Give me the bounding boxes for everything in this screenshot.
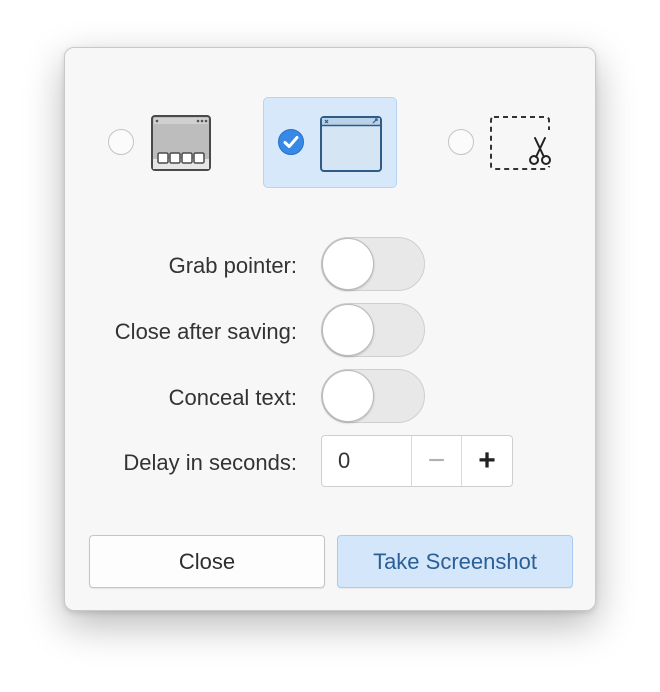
- close-after-saving-label: Close after saving:: [114, 319, 297, 344]
- window-icon[interactable]: [320, 116, 382, 177]
- delay-spinbutton: 0 − +: [321, 435, 513, 487]
- conceal-text-switch[interactable]: [321, 369, 425, 423]
- area-mode-radio[interactable]: [448, 129, 474, 155]
- delay-label: Delay in seconds:: [123, 450, 297, 475]
- grab-pointer-switch[interactable]: [321, 237, 425, 291]
- screen-mode-radio[interactable]: [108, 129, 134, 155]
- close-button[interactable]: Close: [89, 535, 325, 588]
- close-after-saving-switch[interactable]: [321, 303, 425, 357]
- switch-knob: [322, 304, 374, 356]
- window-mode-radio[interactable]: [278, 129, 304, 155]
- decrement-button[interactable]: −: [412, 436, 462, 486]
- conceal-text-label: Conceal text:: [168, 385, 297, 410]
- switch-knob: [322, 238, 374, 290]
- screenshot-dialog: Grab pointer: Close after saving: Concea…: [64, 47, 596, 611]
- area-select-icon[interactable]: [490, 116, 552, 177]
- grab-pointer-label: Grab pointer:: [168, 253, 297, 278]
- screen-icon[interactable]: [151, 115, 211, 176]
- take-screenshot-button[interactable]: Take Screenshot: [337, 535, 573, 588]
- delay-input[interactable]: 0: [322, 436, 412, 486]
- increment-button[interactable]: +: [462, 436, 512, 486]
- checkmark-icon: [283, 136, 299, 148]
- switch-knob: [322, 370, 374, 422]
